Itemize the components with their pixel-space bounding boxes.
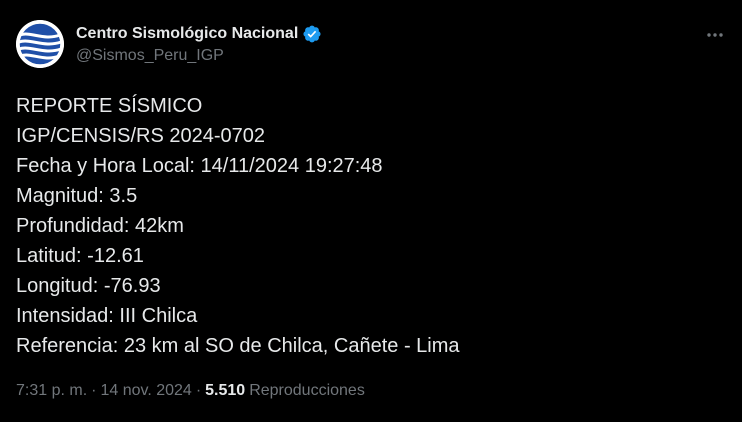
name-row: Centro Sismológico Nacional [76,23,322,45]
timestamp-time[interactable]: 7:31 p. m. [16,382,87,400]
tweet-line: IGP/CENSIS/RS 2024-0702 [16,125,266,147]
display-name[interactable]: Centro Sismológico Nacional [76,25,298,43]
meta-separator: · [91,382,97,399]
views-label: Reproducciones [249,382,365,399]
igp-logo-icon [16,20,64,68]
more-options-button[interactable] [702,22,728,48]
tweet-line: REPORTE SÍSMICO [16,95,203,117]
tweet-line: Magnitud: 3.5 [16,185,138,207]
tweet-meta: 7:31 p. m. · 14 nov. 2024 · 5.510 Reprod… [16,382,365,400]
tweet-text: REPORTE SÍSMICO IGP/CENSIS/RS 2024-0702 … [16,91,460,361]
tweet-line: Fecha y Hora Local: 14/11/2024 19:27:48 [16,155,383,177]
tweet-line: Intensidad: III Chilca [16,305,198,327]
tweet-line: Longitud: -76.93 [16,275,161,297]
verified-badge-icon[interactable] [302,24,322,44]
tweet-card: Centro Sismológico Nacional @Sismos_Peru… [0,0,742,422]
tweet-line: Referencia: 23 km al SO de Chilca, Cañet… [16,335,460,357]
author-handle[interactable]: @Sismos_Peru_IGP [76,47,322,65]
meta-separator: · [195,382,202,399]
more-options-icon [707,33,723,37]
views-count[interactable]: 5.510 [205,382,245,400]
tweet-line: Profundidad: 42km [16,215,184,237]
author-block: Centro Sismológico Nacional @Sismos_Peru… [76,23,322,65]
tweet-line: Latitud: -12.61 [16,245,144,267]
timestamp-date[interactable]: 14 nov. 2024 [100,382,191,400]
avatar[interactable] [16,20,64,68]
